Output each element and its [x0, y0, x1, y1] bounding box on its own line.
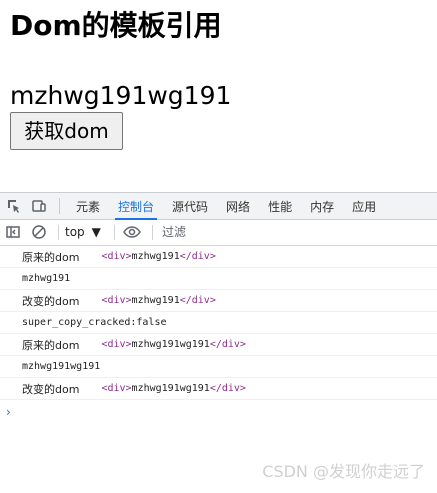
live-expression-icon[interactable] — [123, 224, 141, 240]
console-row: super_copy_cracked:false — [0, 312, 437, 334]
console-message-label: 原来的dom — [22, 250, 80, 264]
console-sidebar-icon-svg — [6, 226, 20, 238]
dom-node-preview[interactable]: <div>mzhwg191wg191</div> — [101, 339, 246, 350]
toolbar-separator — [152, 225, 153, 240]
tab-memory-label: 内存 — [310, 199, 335, 214]
dom-node-preview[interactable]: <div>mzhwg191wg191</div> — [101, 383, 246, 394]
console-message-text: mzhwg191wg191 — [22, 361, 101, 372]
html-open-tag: <div> — [101, 339, 132, 350]
html-close-tag: </div> — [179, 295, 216, 306]
devtools-tabs: 元素 控制台 源代码 网络 性能 内存 应用 — [67, 193, 385, 220]
console-sidebar-icon[interactable] — [5, 224, 21, 240]
html-close-tag: </div> — [209, 339, 246, 350]
html-open-tag: <div> — [101, 251, 132, 262]
console-row: 改变的dom <div>mzhwg191</div> — [0, 290, 437, 312]
tab-application-label: 应用 — [352, 199, 377, 214]
html-open-tag: <div> — [101, 295, 132, 306]
get-dom-button[interactable]: 获取dom — [10, 112, 123, 150]
console-message-label: 改变的dom — [22, 382, 80, 396]
console-message-text: super_copy_cracked:false — [22, 317, 167, 328]
html-node-text: mzhwg191wg191 — [131, 383, 210, 394]
console-output: 原来的dom <div>mzhwg191</div> mzhwg191 改变的d… — [0, 246, 437, 400]
tab-sources-label: 源代码 — [172, 199, 209, 214]
device-toolbar-icon-svg — [32, 200, 46, 212]
html-close-tag: </div> — [179, 251, 216, 262]
inspect-element-icon-svg — [8, 200, 19, 213]
console-row: 原来的dom <div>mzhwg191wg191</div> — [0, 334, 437, 356]
live-expression-icon-svg — [123, 226, 141, 238]
console-prompt[interactable]: › — [6, 404, 26, 420]
tab-performance-label: 性能 — [268, 199, 293, 214]
tab-network-label: 网络 — [226, 199, 251, 214]
context-selector[interactable]: top ▼ — [65, 223, 101, 241]
tab-network[interactable]: 网络 — [217, 193, 259, 219]
tab-elements-label: 元素 — [76, 199, 101, 214]
tab-sources[interactable]: 源代码 — [163, 193, 217, 219]
console-row: 原来的dom <div>mzhwg191</div> — [0, 246, 437, 268]
chevron-down-icon: ▼ — [91, 225, 101, 239]
html-node-text: mzhwg191 — [131, 295, 180, 306]
context-selector-label: top — [65, 225, 85, 239]
dom-node-preview[interactable]: <div>mzhwg191</div> — [101, 251, 215, 262]
dom-node-preview[interactable]: <div>mzhwg191</div> — [101, 295, 215, 306]
console-toolbar: top ▼ — [0, 220, 437, 246]
html-open-tag: <div> — [101, 383, 132, 394]
tab-performance[interactable]: 性能 — [259, 193, 301, 219]
html-node-text: mzhwg191 — [131, 251, 180, 262]
tab-console[interactable]: 控制台 — [109, 193, 163, 220]
console-row: mzhwg191 — [0, 268, 437, 290]
console-message-label: 原来的dom — [22, 338, 80, 352]
inspect-element-icon[interactable] — [6, 198, 22, 214]
console-message-label: 改变的dom — [22, 294, 80, 308]
tab-console-label: 控制台 — [118, 199, 155, 214]
console-row: 改变的dom <div>mzhwg191wg191</div> — [0, 378, 437, 400]
tab-memory[interactable]: 内存 — [301, 193, 343, 219]
page-title: Dom的模板引用 — [10, 9, 222, 42]
tab-elements[interactable]: 元素 — [67, 193, 109, 219]
referenced-dom-text: mzhwg191wg191 — [10, 81, 232, 110]
console-filter-input[interactable] — [160, 223, 430, 241]
device-toolbar-icon[interactable] — [31, 198, 47, 214]
console-row: mzhwg191wg191 — [0, 356, 437, 378]
toolbar-separator — [114, 225, 115, 240]
html-close-tag: </div> — [209, 383, 246, 394]
clear-console-icon-svg — [32, 225, 46, 239]
page-root: Dom的模板引用 mzhwg191wg191 获取dom 元素 控制台 源代码 … — [0, 0, 437, 493]
watermark-text: CSDN @发现你走远了 — [262, 462, 425, 481]
console-message-text: mzhwg191 — [22, 273, 71, 284]
tab-application[interactable]: 应用 — [343, 193, 385, 219]
toolbar-separator — [58, 225, 59, 240]
html-node-text: mzhwg191wg191 — [131, 339, 210, 350]
devtools-tabbar: 元素 控制台 源代码 网络 性能 内存 应用 — [0, 193, 437, 220]
devtools-panel: 元素 控制台 源代码 网络 性能 内存 应用 top ▼ 过滤 原来的dom <… — [0, 192, 437, 493]
clear-console-icon[interactable] — [31, 224, 47, 240]
tab-separator — [59, 198, 60, 214]
